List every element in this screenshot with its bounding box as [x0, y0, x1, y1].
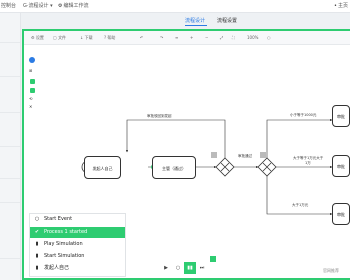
divider — [0, 258, 20, 259]
play-token — [210, 256, 216, 262]
flow-label-large: 大于1万元 — [292, 203, 309, 207]
flow-label-reject: 审批驳回到发起 — [147, 114, 172, 118]
topbar-item-console[interactable]: 控制台 — [1, 2, 16, 9]
topbar-item-edit-workflow[interactable]: ⚙编辑工作流 — [58, 2, 89, 9]
divider — [0, 202, 20, 203]
pause-button[interactable]: ▮▮ — [184, 262, 196, 274]
tab-flow-design[interactable]: 流程设计 — [185, 17, 205, 24]
grid-icon: ⚙ — [58, 3, 63, 9]
watermark: 官网推荐 — [323, 268, 339, 273]
divider — [0, 42, 20, 43]
redo-icon[interactable]: ↷ — [160, 35, 163, 40]
download-icon: ↓ — [80, 35, 84, 40]
flow-label-mid-sub: 1万 — [305, 161, 311, 165]
check-icon: ✔ — [34, 229, 40, 235]
gear-icon: ⚙ — [31, 35, 35, 40]
info-icon: ▮ — [35, 265, 39, 271]
sim-row-start-event: ○ Start Event — [30, 214, 125, 225]
toolbar-file[interactable]: ▢ 文件 — [53, 35, 66, 41]
undo-icon[interactable]: ↶ — [140, 35, 143, 40]
align-icon[interactable]: ≡ — [175, 35, 178, 40]
divider — [0, 112, 20, 113]
help-icon: ? — [104, 35, 107, 40]
task-initiator[interactable]: 发起人自己 — [84, 156, 121, 179]
sim-row-initiator: ▮ 发起人自己 — [30, 263, 125, 274]
zoom-level: 100% — [247, 35, 259, 40]
reset-icon[interactable]: ○ — [267, 35, 271, 40]
play-button[interactable]: ▶ — [160, 262, 172, 274]
file-icon: ▢ — [53, 35, 57, 40]
toolbar-download[interactable]: ↓ 下载 — [80, 35, 93, 41]
tab-flow-settings[interactable]: 流程设置 — [217, 17, 237, 24]
task-approve-3[interactable]: 审批 — [332, 203, 350, 225]
sim-row-process-started: ✔ Process 1 started — [30, 227, 125, 238]
task-supervisor[interactable]: 主管（通过） — [152, 156, 196, 179]
skip-button[interactable]: ⏭ — [196, 262, 208, 274]
user-icon: • — [334, 3, 337, 9]
chevron-down-icon: ▾ — [50, 3, 53, 9]
toolbar-help[interactable]: ? 帮助 — [104, 35, 115, 41]
divider — [0, 146, 20, 147]
toolbar-settings[interactable]: ⚙ 设置 — [31, 35, 44, 41]
canvas-toolbar — [24, 31, 350, 45]
zoom-out-icon[interactable]: − — [205, 35, 208, 40]
sim-row-start-simulation: ▮ Start Simulation — [30, 251, 125, 262]
record-button[interactable]: ○ — [172, 262, 184, 274]
gateway-marker — [211, 152, 217, 158]
gateway-marker — [260, 152, 266, 158]
info-icon: ▮ — [35, 253, 39, 259]
topbar-item-home[interactable]: •主页 — [334, 2, 348, 9]
flow-label-small: 小于等于1000元 — [290, 113, 317, 117]
divider — [0, 178, 20, 179]
zoom-in-icon[interactable]: + — [190, 35, 193, 40]
info-icon: ▮ — [35, 241, 39, 247]
flow-label-passed: 审批通过 — [238, 154, 252, 158]
circle-icon: ○ — [34, 216, 40, 222]
divider — [0, 76, 20, 77]
task-approve-1[interactable]: 审批 — [332, 105, 350, 127]
sim-row-play-simulation: ▮ Play Simulation — [30, 239, 125, 250]
active-tab-indicator — [185, 25, 207, 26]
fit-icon[interactable]: ⤢ — [220, 35, 223, 40]
topbar-item-flow-design[interactable]: G·流程设计 ▾ — [23, 2, 53, 9]
fullscreen-icon[interactable]: ⛶ — [232, 35, 235, 40]
task-approve-2[interactable]: 审批 — [332, 155, 350, 177]
